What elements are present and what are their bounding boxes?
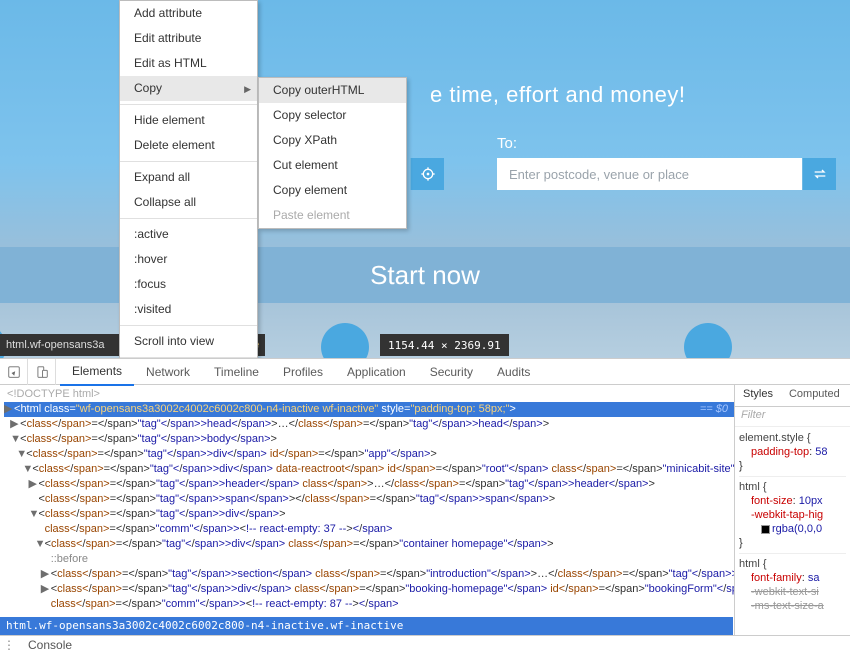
devtools-tab[interactable]: Application: [335, 359, 418, 385]
devtools-tab[interactable]: Audits: [485, 359, 542, 385]
menu-item[interactable]: Copy outerHTML: [259, 78, 406, 103]
menu-item[interactable]: :focus: [120, 272, 257, 297]
menu-item[interactable]: Hide element: [120, 108, 257, 133]
menu-item: Paste element: [259, 203, 406, 228]
locate-button[interactable]: [410, 158, 444, 190]
menu-item[interactable]: Copy▶: [120, 76, 257, 101]
drawer: ⋮ Console: [0, 635, 850, 653]
context-menu-primary: Add attributeEdit attributeEdit as HTMLC…: [119, 0, 258, 387]
devtools-tab[interactable]: Timeline: [202, 359, 271, 385]
devtools-panel: ElementsNetworkTimelineProfilesApplicati…: [0, 358, 850, 653]
styles-tabbar: StylesComputedE: [735, 385, 850, 407]
menu-item[interactable]: :hover: [120, 247, 257, 272]
elements-tree[interactable]: <!DOCTYPE html>▶<html class="wf-opensans…: [0, 385, 734, 635]
styles-subtab[interactable]: Computed: [781, 385, 848, 406]
menu-item[interactable]: Collapse all: [120, 190, 257, 215]
inspect-icon[interactable]: [0, 359, 28, 385]
element-dimensions: 1154.44 × 2369.91: [380, 334, 509, 356]
from-input-row: [410, 158, 480, 190]
menu-item[interactable]: Add attribute: [120, 1, 257, 26]
menu-item[interactable]: Scroll into view: [120, 329, 257, 354]
swap-button[interactable]: [802, 158, 836, 190]
styles-rules[interactable]: element.style {padding-top: 58}html {fon…: [735, 427, 850, 635]
to-input-row: [497, 158, 836, 190]
devtools-tab[interactable]: Network: [134, 359, 202, 385]
menu-item[interactable]: :active: [120, 222, 257, 247]
devtools-tabbar: ElementsNetworkTimelineProfilesApplicati…: [0, 359, 850, 385]
menu-item[interactable]: Expand all: [120, 165, 257, 190]
styles-pane: StylesComputedE Filter element.style {pa…: [734, 385, 850, 635]
menu-item[interactable]: Copy element: [259, 178, 406, 203]
to-label: To:: [497, 135, 517, 152]
dom-breadcrumb[interactable]: html.wf-opensans3a3002c4002c6002c800-n4-…: [0, 617, 733, 635]
menu-item[interactable]: Edit as HTML: [120, 51, 257, 76]
context-menu-copy-submenu: Copy outerHTMLCopy selectorCopy XPathCut…: [258, 77, 407, 229]
to-input[interactable]: [497, 158, 802, 190]
devtools-tab[interactable]: Profiles: [271, 359, 335, 385]
drawer-menu-icon[interactable]: ⋮: [0, 638, 18, 652]
menu-item[interactable]: Copy XPath: [259, 128, 406, 153]
device-icon[interactable]: [28, 359, 56, 385]
menu-item[interactable]: Edit attribute: [120, 26, 257, 51]
styles-filter[interactable]: Filter: [735, 407, 850, 427]
menu-item[interactable]: :visited: [120, 297, 257, 322]
menu-item[interactable]: Delete element: [120, 133, 257, 158]
menu-item[interactable]: Cut element: [259, 153, 406, 178]
devtools-tab[interactable]: Security: [418, 359, 485, 385]
console-tab[interactable]: Console: [18, 638, 82, 652]
menu-item[interactable]: Copy selector: [259, 103, 406, 128]
devtools-tab[interactable]: Elements: [60, 358, 134, 386]
hero-tagline: e time, effort and money!: [430, 82, 685, 108]
styles-subtab[interactable]: Styles: [735, 385, 781, 406]
